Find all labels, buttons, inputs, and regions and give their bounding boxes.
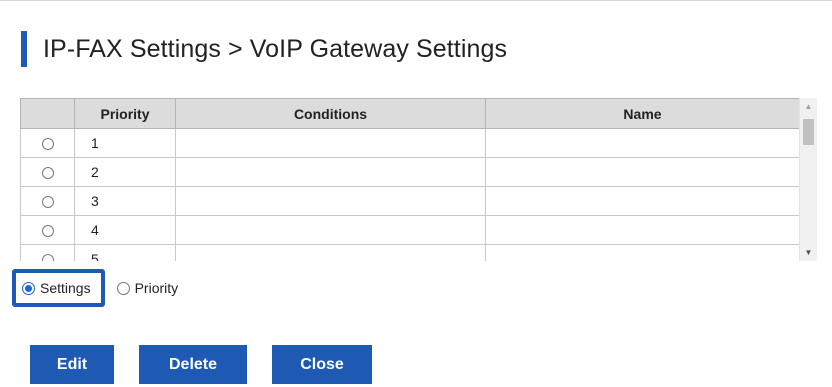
gateway-table-container: Priority Conditions Name 1 2 3 4 5 ▲ ▼ bbox=[20, 98, 817, 261]
row-radio[interactable] bbox=[41, 138, 54, 151]
close-button[interactable]: Close bbox=[272, 345, 372, 384]
settings-radio-label: Settings bbox=[40, 280, 91, 296]
row-select-cell[interactable] bbox=[20, 186, 75, 216]
triangle-up-icon[interactable]: ▲ bbox=[800, 98, 817, 115]
priority-cell: 4 bbox=[74, 215, 176, 245]
table-row[interactable]: 2 bbox=[20, 157, 800, 187]
table-row[interactable]: 5 bbox=[20, 244, 800, 261]
page-title: IP-FAX Settings > VoIP Gateway Settings bbox=[43, 34, 508, 63]
conditions-cell bbox=[175, 157, 486, 187]
edit-button[interactable]: Edit bbox=[30, 345, 114, 384]
gateway-table: Priority Conditions Name 1 2 3 4 5 bbox=[20, 98, 800, 261]
row-radio[interactable] bbox=[41, 196, 54, 209]
priority-cell: 5 bbox=[74, 244, 176, 261]
column-header-select bbox=[20, 98, 75, 129]
conditions-cell bbox=[175, 128, 486, 158]
name-cell bbox=[485, 128, 800, 158]
mode-option-settings[interactable]: Settings bbox=[12, 269, 105, 307]
delete-button[interactable]: Delete bbox=[139, 345, 247, 384]
conditions-cell bbox=[175, 244, 486, 261]
row-select-cell[interactable] bbox=[20, 244, 75, 261]
name-cell bbox=[485, 215, 800, 245]
table-scrollbar[interactable]: ▲ ▼ bbox=[799, 98, 817, 261]
scroll-thumb[interactable] bbox=[803, 119, 814, 145]
conditions-cell bbox=[175, 215, 486, 245]
priority-cell: 3 bbox=[74, 186, 176, 216]
priority-cell: 2 bbox=[74, 157, 176, 187]
settings-radio[interactable] bbox=[22, 281, 35, 295]
mode-option-priority[interactable]: Priority bbox=[116, 280, 179, 296]
row-radio[interactable] bbox=[41, 254, 54, 261]
page-header: IP-FAX Settings > VoIP Gateway Settings bbox=[21, 31, 507, 67]
column-header-conditions: Conditions bbox=[175, 98, 486, 129]
table-header-row: Priority Conditions Name bbox=[20, 98, 800, 129]
row-radio[interactable] bbox=[41, 167, 54, 180]
name-cell bbox=[485, 244, 800, 261]
name-cell bbox=[485, 186, 800, 216]
settings-panel: IP-FAX Settings > VoIP Gateway Settings … bbox=[0, 0, 832, 387]
column-header-priority: Priority bbox=[74, 98, 176, 129]
table-row[interactable]: 4 bbox=[20, 215, 800, 245]
table-row[interactable]: 1 bbox=[20, 128, 800, 158]
priority-radio[interactable] bbox=[116, 281, 130, 295]
mode-radio-group: Settings Priority bbox=[12, 265, 178, 311]
priority-radio-label: Priority bbox=[134, 280, 179, 296]
table-row[interactable]: 3 bbox=[20, 186, 800, 216]
column-header-name: Name bbox=[485, 98, 800, 129]
row-radio[interactable] bbox=[41, 225, 54, 238]
triangle-down-icon[interactable]: ▼ bbox=[800, 244, 817, 261]
row-select-cell[interactable] bbox=[20, 128, 75, 158]
name-cell bbox=[485, 157, 800, 187]
row-select-cell[interactable] bbox=[20, 157, 75, 187]
priority-cell: 1 bbox=[74, 128, 176, 158]
row-select-cell[interactable] bbox=[20, 215, 75, 245]
conditions-cell bbox=[175, 186, 486, 216]
title-accent-bar bbox=[21, 31, 27, 67]
